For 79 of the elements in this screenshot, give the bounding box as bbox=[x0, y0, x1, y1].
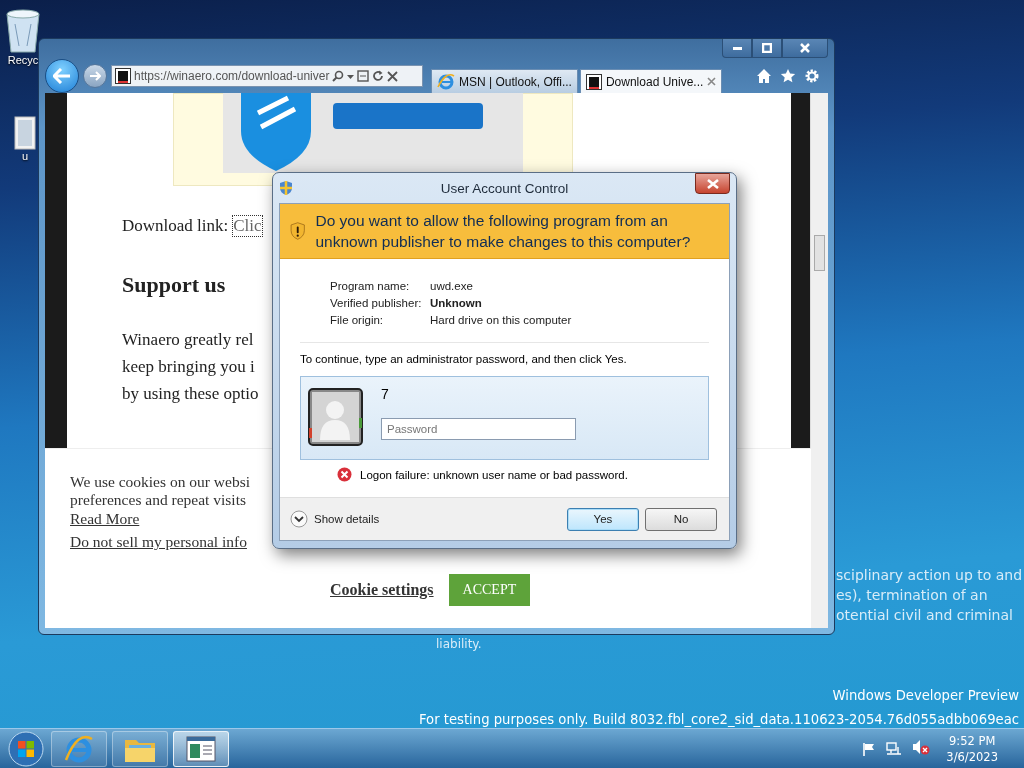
search-icon[interactable] bbox=[332, 70, 345, 82]
do-not-sell-link[interactable]: Do not sell my personal info bbox=[70, 532, 247, 552]
detail-value: Hard drive on this computer bbox=[430, 313, 572, 328]
refresh-icon[interactable] bbox=[372, 70, 385, 82]
read-more-link[interactable]: Read More bbox=[70, 509, 140, 529]
prompt-question: Do you want to allow the following program from an unknown publisher to make changes to this computer? bbox=[315, 211, 692, 252]
detail-value: uwd.exe bbox=[430, 279, 473, 294]
taskbar-button[interactable] bbox=[51, 730, 107, 767]
dialog-button[interactable]: Yes bbox=[567, 507, 639, 531]
close-button[interactable] bbox=[782, 39, 828, 58]
browser-icon bbox=[437, 72, 455, 91]
shield-icon bbox=[279, 180, 293, 196]
home-icon[interactable] bbox=[756, 68, 772, 84]
error-message: Logon failure: unknown user name or bad password. bbox=[360, 468, 628, 481]
windows-orb-icon bbox=[8, 730, 44, 767]
cookie-settings-link[interactable]: Cookie settings bbox=[330, 580, 434, 600]
close-tab-icon[interactable] bbox=[707, 76, 717, 86]
start-button[interactable] bbox=[6, 729, 46, 768]
detail-value: Unknown bbox=[430, 296, 482, 311]
taskbar-button[interactable] bbox=[112, 730, 168, 767]
section-heading: Support us bbox=[122, 272, 226, 298]
muted-speaker-icon[interactable] bbox=[912, 738, 931, 755]
show-details-toggle[interactable]: Show details bbox=[290, 510, 380, 528]
close-button[interactable] bbox=[695, 173, 730, 194]
address-bar[interactable]: https://winaero.com/download-univer bbox=[111, 65, 423, 87]
body-text: keep bringing you i bbox=[122, 356, 255, 378]
window-icon bbox=[186, 735, 216, 762]
chevron-down-icon bbox=[290, 510, 308, 528]
compatibility-icon[interactable] bbox=[357, 70, 370, 82]
stop-icon[interactable] bbox=[387, 70, 399, 82]
minimize-button[interactable] bbox=[722, 39, 752, 58]
dialog-button[interactable]: No bbox=[645, 507, 717, 531]
network-icon[interactable] bbox=[886, 741, 903, 756]
error-icon bbox=[337, 467, 352, 482]
star-icon[interactable] bbox=[780, 68, 796, 84]
settings-icon[interactable] bbox=[804, 68, 820, 84]
download-label: Download link: bbox=[122, 216, 229, 236]
password-field[interactable]: Password bbox=[381, 418, 576, 440]
browser-icon bbox=[64, 733, 94, 764]
maximize-button[interactable] bbox=[752, 39, 782, 58]
close-icon bbox=[706, 178, 719, 189]
forward-button[interactable] bbox=[83, 64, 107, 88]
download-link[interactable]: Clic bbox=[233, 216, 262, 236]
body-text: by using these optio bbox=[122, 383, 259, 405]
back-button[interactable] bbox=[45, 59, 79, 93]
body-text: Winaero greatly rel bbox=[122, 329, 254, 351]
user-avatar-icon bbox=[308, 388, 363, 446]
user-name: 7 bbox=[381, 386, 389, 402]
site-icon bbox=[585, 73, 602, 90]
detail-label: Verified publisher: bbox=[330, 296, 422, 311]
detail-label: Program name: bbox=[330, 279, 410, 294]
close-icon bbox=[800, 43, 810, 53]
back-arrow-icon bbox=[53, 68, 71, 84]
site-icon bbox=[115, 68, 131, 84]
watermark-text: For testing purposes only. Build 8032.fbl_core2_sid_data.110623-2054.76d055adbb069eac bbox=[419, 711, 1019, 729]
wallpaper-text: sciplinary action up to and bbox=[836, 566, 1023, 585]
file-icon bbox=[14, 116, 36, 150]
url-text: https://winaero.com/download-univer bbox=[134, 69, 330, 83]
browser-tab[interactable]: MSN | Outlook, Offi... bbox=[431, 69, 578, 93]
recycle-bin-icon bbox=[3, 6, 43, 54]
cookie-text: We use cookies on our websi bbox=[70, 473, 250, 491]
browser-tab[interactable]: Download Unive... bbox=[579, 69, 723, 93]
instruction-text: To continue, type an administrator password, and then click Yes. bbox=[300, 353, 627, 365]
forward-arrow-icon bbox=[89, 71, 101, 81]
desktop-icon-label[interactable]: Recyc bbox=[7, 54, 39, 66]
wallpaper-text: es), termination of an bbox=[836, 586, 988, 605]
maximize-icon bbox=[762, 43, 772, 53]
cookie-text: preferences and repeat visits bbox=[70, 491, 246, 509]
minimize-icon bbox=[732, 46, 742, 50]
wallpaper-text: otential civil and criminal bbox=[836, 606, 1013, 625]
taskbar-button[interactable] bbox=[173, 730, 229, 767]
flag-icon[interactable] bbox=[862, 741, 877, 756]
desktop-icon-label[interactable]: u bbox=[21, 150, 29, 162]
watermark-text: Windows Developer Preview bbox=[832, 687, 1019, 705]
detail-label: File origin: bbox=[330, 313, 384, 328]
scrollbar[interactable] bbox=[810, 93, 828, 628]
wallpaper-text: liability. bbox=[436, 637, 482, 651]
dialog-title: User Account Control bbox=[440, 180, 569, 196]
clock[interactable]: 9:52 PM 3/6/2023 bbox=[946, 732, 998, 765]
